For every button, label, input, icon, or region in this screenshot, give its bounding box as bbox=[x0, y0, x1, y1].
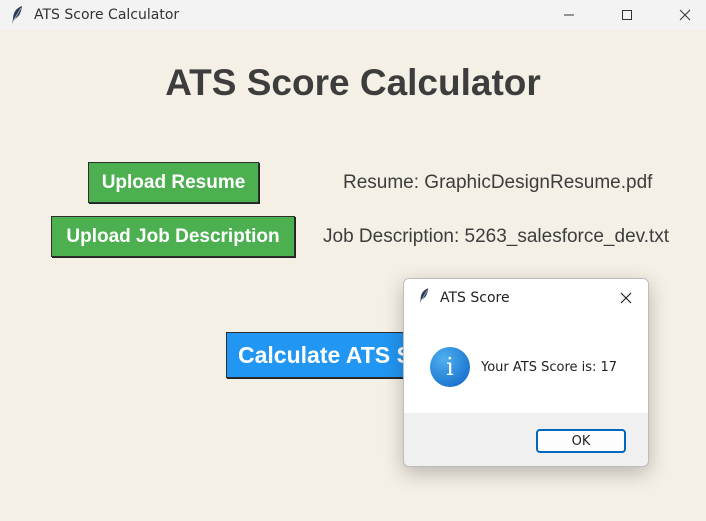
ats-score-dialog: ATS Score i Your ATS Score is: 17 OK bbox=[403, 278, 649, 467]
dialog-title: ATS Score bbox=[440, 290, 510, 306]
dialog-message: Your ATS Score is: 17 bbox=[481, 360, 618, 375]
close-icon bbox=[620, 292, 632, 304]
info-icon: i bbox=[430, 347, 470, 387]
dialog-titlebar: ATS Score bbox=[404, 279, 648, 316]
ok-button[interactable]: OK bbox=[536, 429, 626, 453]
dialog-body: i Your ATS Score is: 17 bbox=[404, 316, 648, 413]
minimize-icon bbox=[564, 14, 574, 16]
window-title: ATS Score Calculator bbox=[34, 7, 180, 23]
window-titlebar: ATS Score Calculator bbox=[0, 0, 706, 30]
job-description-status-label: Job Description: 5263_salesforce_dev.txt bbox=[323, 226, 670, 247]
minimize-button[interactable] bbox=[546, 0, 592, 30]
close-button[interactable] bbox=[662, 0, 706, 30]
feather-icon bbox=[418, 287, 430, 305]
dialog-close-button[interactable] bbox=[612, 287, 640, 309]
maximize-icon bbox=[622, 10, 632, 20]
feather-icon bbox=[10, 5, 24, 25]
page-title: ATS Score Calculator bbox=[165, 62, 541, 103]
close-icon bbox=[679, 9, 691, 21]
resume-status-label: Resume: GraphicDesignResume.pdf bbox=[343, 172, 653, 193]
upload-job-description-button[interactable]: Upload Job Description bbox=[51, 216, 295, 257]
upload-resume-button[interactable]: Upload Resume bbox=[88, 162, 259, 203]
maximize-button[interactable] bbox=[604, 0, 650, 30]
